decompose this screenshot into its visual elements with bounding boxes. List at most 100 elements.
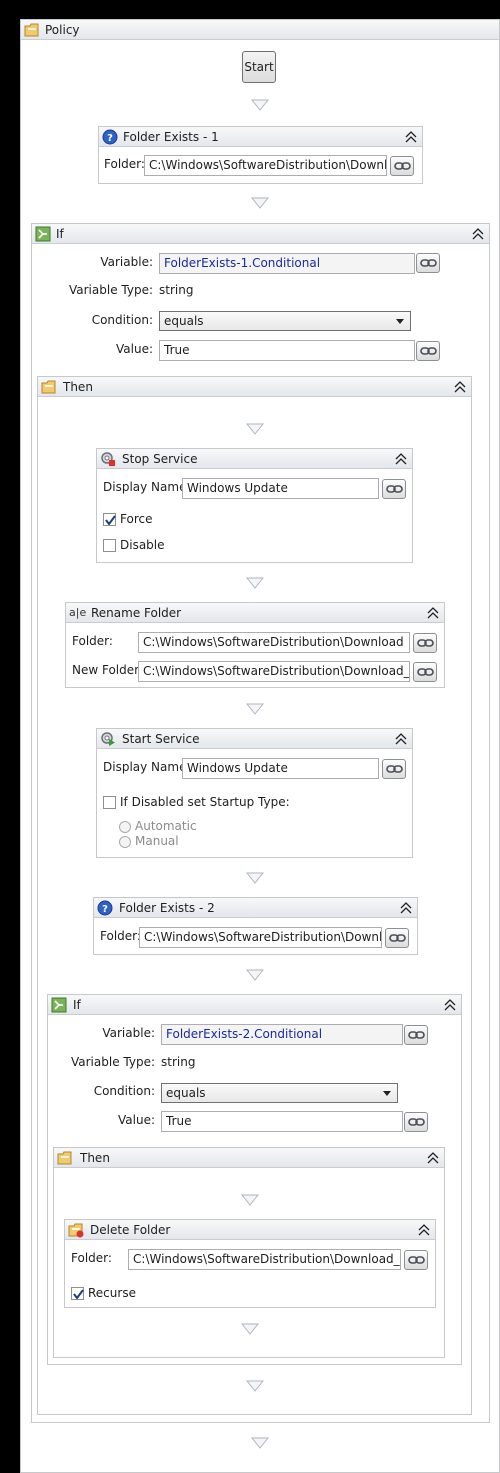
condition-select[interactable]: equals [161, 1083, 398, 1103]
variable-field[interactable]: FolderExists-1.Conditional [159, 253, 415, 274]
start-button[interactable]: Start [242, 51, 276, 83]
start-service-title: Start Service [122, 732, 200, 746]
link-icon [420, 347, 437, 355]
variable-link-button[interactable] [390, 156, 414, 176]
condition-value: equals [164, 314, 204, 328]
policy-title: Policy [45, 23, 80, 37]
variable-link-button[interactable] [413, 633, 437, 653]
start-service-header[interactable]: Start Service [97, 729, 412, 749]
force-label: Force [120, 512, 153, 526]
link-icon [417, 639, 434, 647]
disable-label: Disable [120, 538, 165, 552]
variable-type-label: Variable Type: [70, 1055, 155, 1069]
variable-link-button[interactable] [404, 1025, 428, 1045]
collapse-chevron-icon[interactable] [404, 130, 418, 144]
link-icon [408, 1118, 425, 1126]
condition-select[interactable]: equals [159, 311, 411, 331]
then-1-header[interactable]: Then [38, 377, 471, 397]
collapse-chevron-icon[interactable] [471, 227, 485, 241]
delete-folder-icon [68, 1223, 84, 1238]
automatic-radio[interactable] [119, 821, 131, 833]
collapse-chevron-icon[interactable] [453, 380, 467, 394]
value-field[interactable]: True [161, 1111, 403, 1132]
collapse-chevron-icon[interactable] [426, 606, 440, 620]
variable-field[interactable]: FolderExists-2.Conditional [161, 1024, 403, 1045]
connector-arrow-icon [246, 1380, 264, 1392]
variable-link-button[interactable] [416, 253, 440, 273]
link-icon [408, 1031, 425, 1039]
folder-icon [57, 1151, 72, 1165]
force-checkbox[interactable] [103, 513, 116, 526]
rename-icon: a|e [69, 606, 87, 619]
link-icon [394, 162, 411, 170]
collapse-chevron-icon[interactable] [394, 452, 408, 466]
variable-link-button[interactable] [382, 759, 406, 779]
connector-arrow-icon [241, 1194, 259, 1206]
connector-arrow-icon [251, 99, 269, 111]
collapse-chevron-icon[interactable] [443, 998, 457, 1012]
new-folder-label: New Folder: [72, 663, 143, 677]
variable-link-button[interactable] [404, 1250, 428, 1270]
stop-service-title: Stop Service [122, 452, 198, 466]
variable-link-button[interactable] [413, 662, 437, 682]
link-icon [417, 668, 434, 676]
variable-label: Variable: [100, 255, 153, 269]
folder-field[interactable]: C:\Windows\SoftwareDistribution\Download [139, 927, 382, 948]
if-icon [51, 997, 67, 1013]
connector-arrow-icon [241, 1323, 259, 1335]
variable-link-button[interactable] [404, 1112, 428, 1132]
value-label: Value: [118, 1113, 155, 1127]
folder-exists-2-header[interactable]: Folder Exists - 2 [94, 898, 417, 918]
variable-label: Variable: [102, 1026, 155, 1040]
value-label: Value: [116, 342, 153, 356]
folder-exists-1-header[interactable]: Folder Exists - 1 [99, 127, 422, 147]
link-icon [408, 1256, 425, 1264]
if-2-title: If [73, 998, 81, 1012]
delete-folder-title: Delete Folder [90, 1223, 171, 1237]
variable-link-button[interactable] [382, 479, 406, 499]
help-icon [102, 129, 118, 145]
folder-exists-1-title: Folder Exists - 1 [123, 130, 219, 144]
display-name-field[interactable]: Windows Update [182, 478, 379, 499]
then-2-header[interactable]: Then [54, 1148, 444, 1168]
value-field[interactable]: True [159, 340, 415, 361]
folder-label: Folder: [72, 634, 113, 648]
delete-folder-header[interactable]: Delete Folder [65, 1220, 435, 1240]
condition-value: equals [166, 1086, 206, 1100]
manual-radio[interactable] [119, 836, 131, 848]
if-1-header[interactable]: If [32, 224, 489, 244]
display-name-field[interactable]: Windows Update [182, 758, 379, 779]
variable-link-button[interactable] [416, 341, 440, 361]
rename-folder-title: Rename Folder [91, 606, 182, 620]
link-icon [389, 934, 406, 942]
chevron-down-icon [383, 1091, 391, 1096]
folder-label: Folder: [104, 157, 145, 171]
stop-service-header[interactable]: Stop Service [97, 449, 412, 469]
collapse-chevron-icon[interactable] [417, 1223, 431, 1237]
stop-service-icon [101, 452, 115, 466]
if-disabled-checkbox[interactable] [103, 796, 116, 809]
link-icon [386, 765, 403, 773]
folder-field[interactable]: C:\Windows\SoftwareDistribution\Download [138, 632, 410, 653]
rename-folder-header[interactable]: a|e Rename Folder [66, 603, 444, 623]
recurse-checkbox[interactable] [71, 1287, 84, 1300]
folder-field[interactable]: C:\Windows\SoftwareDistribution\Download [144, 155, 387, 176]
folder-label: Folder: [100, 929, 141, 943]
manual-label: Manual [135, 834, 179, 848]
folder-field[interactable]: C:\Windows\SoftwareDistribution\Download… [128, 1249, 401, 1270]
display-name-label: Display Name: [103, 760, 191, 774]
if-2-header[interactable]: If [48, 995, 461, 1015]
folder-icon [24, 23, 39, 37]
chevron-down-icon [396, 319, 404, 324]
if-icon [35, 226, 51, 242]
folder-label: Folder: [71, 1251, 112, 1265]
then-1-title: Then [63, 380, 93, 394]
collapse-chevron-icon[interactable] [426, 1151, 440, 1165]
new-folder-field[interactable]: C:\Windows\SoftwareDistribution\Download… [138, 661, 410, 682]
collapse-chevron-icon[interactable] [399, 901, 413, 915]
variable-link-button[interactable] [385, 928, 409, 948]
collapse-chevron-icon[interactable] [394, 732, 408, 746]
disable-checkbox[interactable] [103, 539, 116, 552]
check-icon [73, 1289, 84, 1299]
policy-header[interactable]: Policy [21, 20, 499, 40]
